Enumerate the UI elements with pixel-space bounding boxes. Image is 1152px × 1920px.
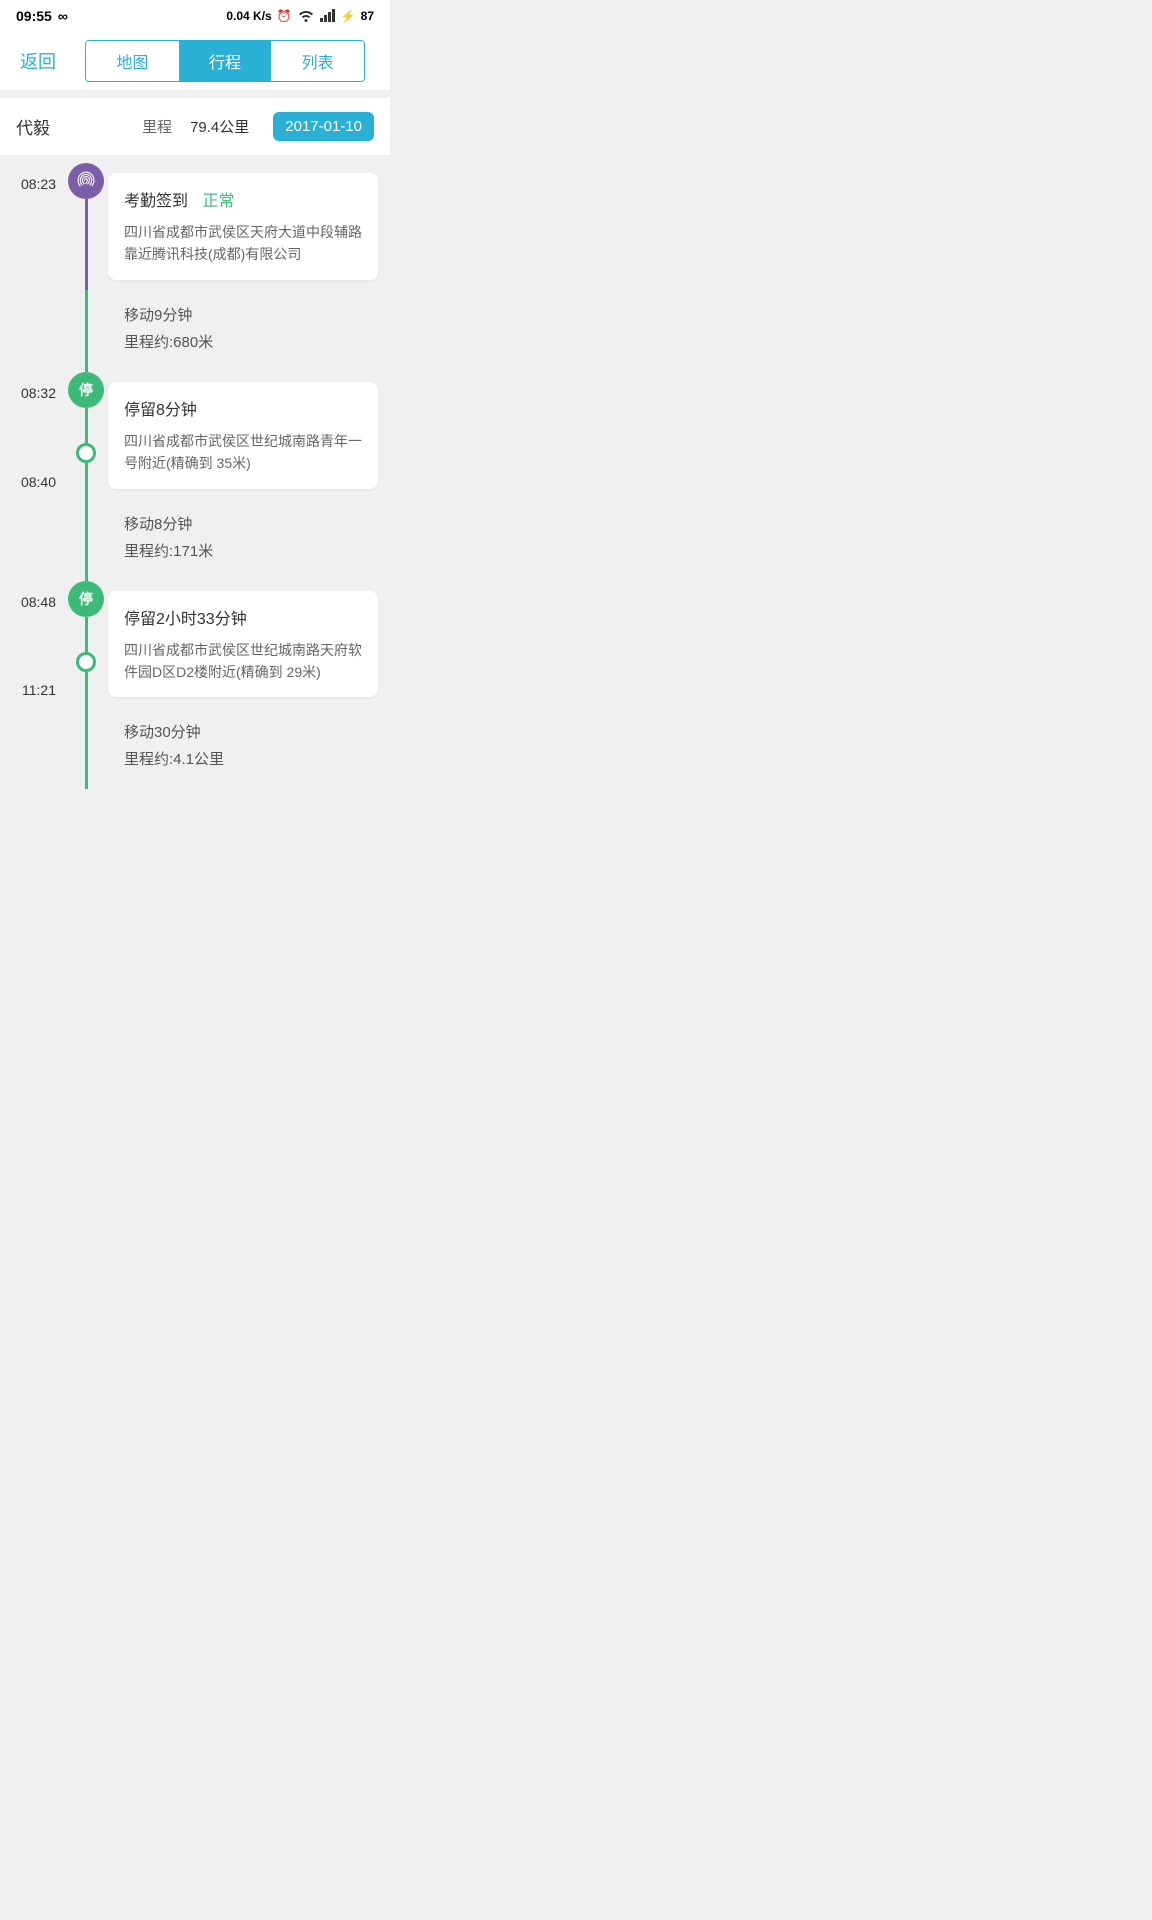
move-info-2: 移动8分钟 里程约:171米 [108, 499, 378, 581]
move-duration-3: 移动30分钟 [124, 721, 362, 742]
line-green-6 [85, 672, 88, 707]
time-0840: 08:40 [21, 475, 56, 499]
timeline-event-3: 08:48 11:21 停 停留2小时33分钟 四川省成都市武侯区世纪城南路天府… [0, 581, 390, 708]
line-green-4 [85, 499, 88, 581]
time-0848: 08:48 [21, 581, 56, 609]
line-purple-1 [85, 199, 88, 290]
signal-icon [320, 8, 336, 25]
summary-row: 代毅 里程 79.4公里 2017-01-10 [0, 98, 390, 155]
date-badge[interactable]: 2017-01-10 [273, 112, 374, 141]
card-address-2: 四川省成都市武侯区世纪城南路青年一号附近(精确到 35米) [124, 430, 362, 475]
move-info-1: 移动9分钟 里程约:680米 [108, 290, 378, 372]
dot-fingerprint [68, 163, 104, 199]
card-address-1: 四川省成都市武侯区天府大道中段辅路靠近腾讯科技(成都)有限公司 [124, 221, 362, 266]
status-speed: 0.04 K/s [226, 9, 271, 23]
wifi-icon [297, 8, 315, 25]
move-distance-2: 里程约:171米 [124, 540, 362, 561]
dist-value: 79.4公里 [190, 116, 249, 137]
driver-name: 代毅 [16, 114, 50, 139]
time-col-1: 08:23 [0, 163, 64, 290]
status-time: 09:55 [16, 8, 52, 24]
time-1121: 11:21 [22, 683, 56, 707]
timeline-move-2: 移动8分钟 里程约:171米 [0, 499, 390, 581]
nav-bar: 返回 地图 行程 列表 [0, 32, 390, 90]
clock-icon: ⏰ [277, 9, 292, 23]
time-0832: 08:32 [21, 372, 56, 400]
line-green-2 [85, 408, 88, 443]
dot-stop-2: 停 [68, 581, 104, 617]
line-green-1 [85, 290, 88, 372]
move-distance-1: 里程约:680米 [124, 331, 362, 352]
status-infinity: ∞ [58, 8, 68, 24]
status-bar: 09:55 ∞ 0.04 K/s ⏰ ⚡ 87 [0, 0, 390, 32]
line-green-3 [85, 463, 88, 498]
timeline-event-1: 08:23 考勤签到 正常 四川省成都市武侯区天府大道中段辅路靠近腾讯科技(成都… [0, 163, 390, 290]
line-green-5 [85, 617, 88, 652]
timeline-event-2: 08:32 08:40 停 停留8分钟 四川省成都市武侯区世纪城南路青年一号附近… [0, 372, 390, 499]
time-0823: 08:23 [21, 163, 56, 191]
dot-small-2 [76, 652, 96, 672]
timeline: 08:23 考勤签到 正常 四川省成都市武侯区天府大道中段辅路靠近腾讯科技(成都… [0, 155, 390, 805]
card-title-3: 停留2小时33分钟 [124, 605, 362, 629]
timeline-move-3: 移动30分钟 里程约:4.1公里 [0, 707, 390, 789]
card-address-3: 四川省成都市武侯区世纪城南路天府软件园D区D2楼附近(精确到 29米) [124, 639, 362, 684]
move-duration-2: 移动8分钟 [124, 513, 362, 534]
dist-label: 里程 [142, 116, 172, 137]
card-event-3: 停留2小时33分钟 四川省成都市武侯区世纪城南路天府软件园D区D2楼附近(精确到… [108, 591, 378, 698]
card-event-2: 停留8分钟 四川省成都市武侯区世纪城南路青年一号附近(精确到 35米) [108, 382, 378, 489]
status-normal-badge: 正常 [202, 193, 234, 210]
tab-list[interactable]: 列表 [271, 41, 364, 81]
move-distance-3: 里程约:4.1公里 [124, 748, 362, 769]
move-duration-1: 移动9分钟 [124, 304, 362, 325]
charging-icon: ⚡ [341, 9, 356, 23]
back-button[interactable]: 返回 [12, 44, 64, 78]
line-green-7 [85, 707, 88, 789]
timeline-move-1: 移动9分钟 里程约:680米 [0, 290, 390, 372]
card-title-2: 停留8分钟 [124, 396, 362, 420]
battery-level: 87 [361, 9, 374, 23]
tab-journey[interactable]: 行程 [179, 41, 272, 81]
card-event-1: 考勤签到 正常 四川省成都市武侯区天府大道中段辅路靠近腾讯科技(成都)有限公司 [108, 173, 378, 280]
card-title-1: 考勤签到 正常 [124, 187, 362, 211]
dot-stop-1: 停 [68, 372, 104, 408]
dot-small-1 [76, 443, 96, 463]
move-info-3: 移动30分钟 里程约:4.1公里 [108, 707, 378, 789]
tab-map[interactable]: 地图 [86, 41, 179, 81]
connector-col-1 [64, 163, 108, 290]
nav-tabs: 地图 行程 列表 [85, 40, 365, 82]
